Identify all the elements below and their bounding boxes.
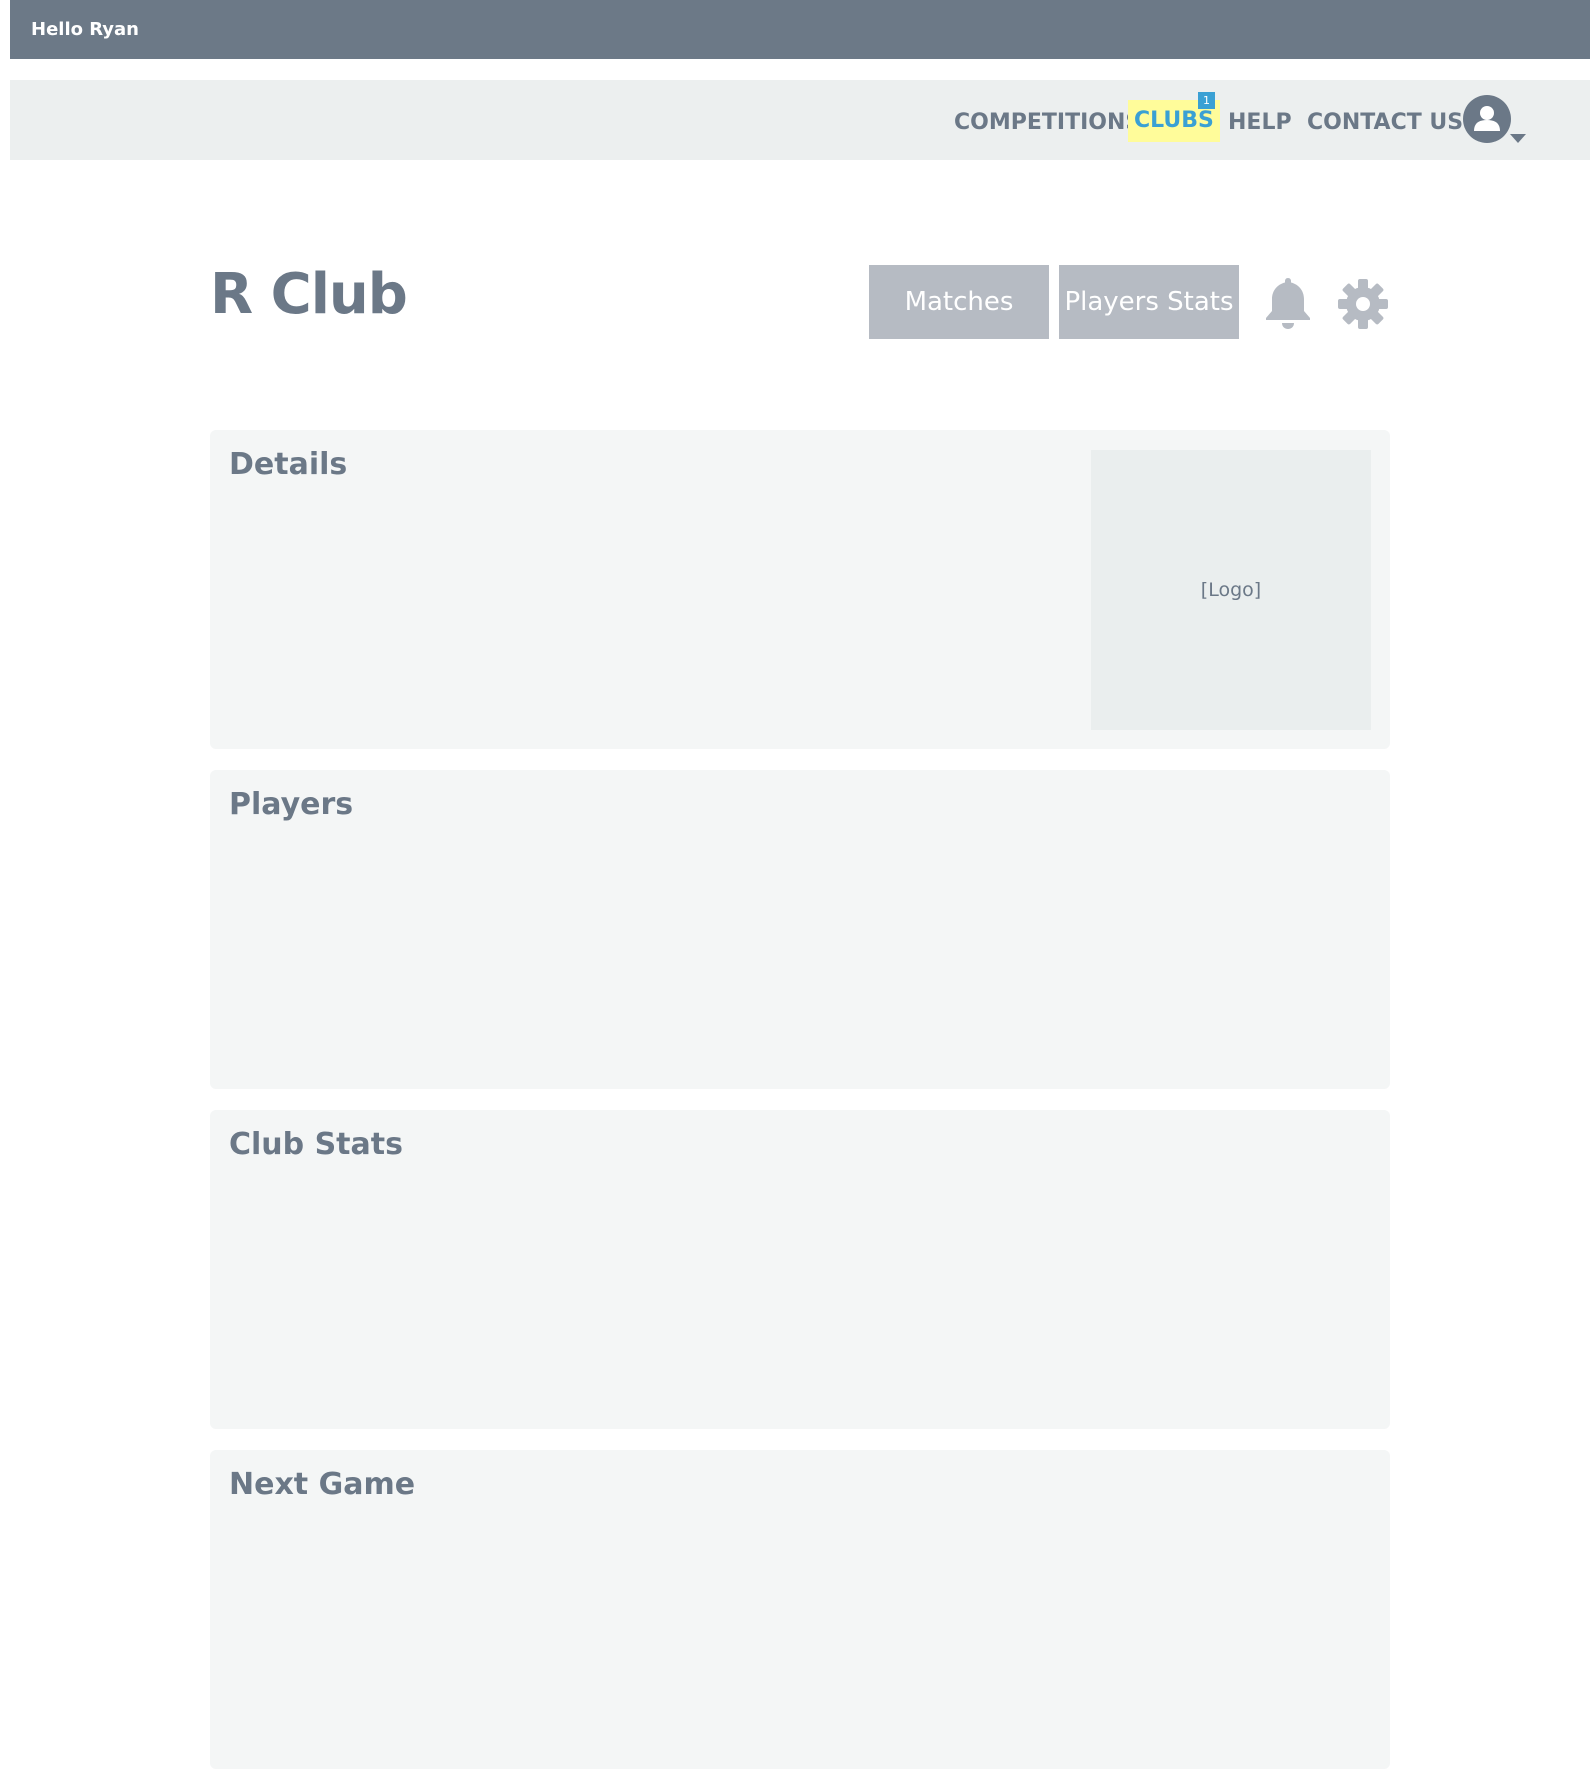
matches-button[interactable]: Matches [869, 265, 1049, 339]
clubs-notification-badge: 1 [1198, 92, 1215, 109]
bell-icon[interactable] [1264, 276, 1312, 330]
club-stats-panel: Club Stats [210, 1110, 1390, 1429]
players-stats-button[interactable]: Players Stats [1059, 265, 1239, 339]
top-bar: Hello Ryan [10, 0, 1590, 59]
user-icon [1474, 106, 1500, 131]
greeting-text: Hello Ryan [31, 19, 139, 40]
details-title: Details [229, 447, 348, 482]
details-panel: Details [Logo] [210, 430, 1390, 749]
next-game-panel: Next Game [210, 1450, 1390, 1769]
nav-contact-us[interactable]: CONTACT US [1307, 108, 1463, 138]
next-game-title: Next Game [229, 1467, 416, 1502]
club-logo-placeholder: [Logo] [1091, 450, 1371, 730]
nav-help[interactable]: HELP [1228, 108, 1292, 138]
club-stats-title: Club Stats [229, 1127, 403, 1162]
page-title: R Club [210, 262, 408, 327]
user-avatar[interactable] [1463, 95, 1511, 143]
chevron-down-icon[interactable] [1510, 134, 1526, 144]
players-panel: Players [210, 770, 1390, 1089]
players-title: Players [229, 787, 354, 822]
gear-icon[interactable] [1337, 278, 1389, 330]
main-navigation: COMPETITIONS CLUBS 1 HELP CONTACT US [10, 80, 1590, 160]
nav-competitions[interactable]: COMPETITIONS [954, 108, 1141, 138]
